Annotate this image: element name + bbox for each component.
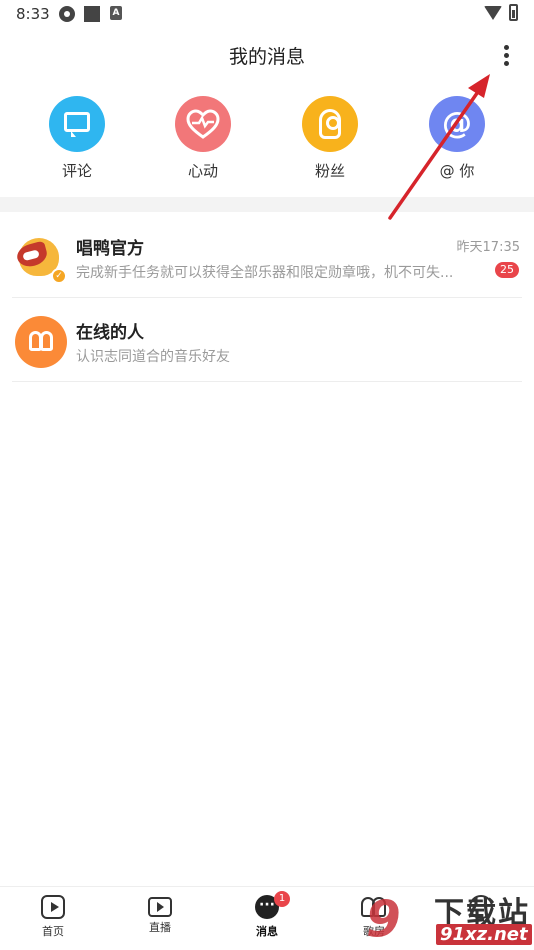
message-sender: 在线的人 <box>76 323 144 343</box>
category-comment[interactable]: 评论 <box>37 96 117 181</box>
watermark-domain: 91xz.net <box>436 924 532 945</box>
page-title: 我的消息 <box>228 46 305 68</box>
keyboard-notification-icon: A <box>110 6 122 20</box>
verified-badge-icon: ✓ <box>51 268 67 284</box>
site-watermark: 9 下载站 91xz.net <box>366 884 534 950</box>
nav-messages[interactable]: 1 消息 <box>237 891 297 939</box>
watermark-logo: 9 <box>366 890 401 948</box>
wifi-icon <box>484 6 502 20</box>
nav-unread-badge: 1 <box>274 891 290 907</box>
comment-icon <box>49 96 105 152</box>
more-dot-icon <box>503 53 509 58</box>
category-label: 评论 <box>61 162 92 180</box>
message-row-online[interactable]: 在线的人 认识志同道合的音乐好友 <box>0 298 534 382</box>
message-row-official[interactable]: ✓ 唱鸭官方 完成新手任务就可以获得全部乐器和限定勋章哦，机不可失... 昨天1… <box>0 214 534 298</box>
online-people-avatar <box>15 316 67 368</box>
app-notification-icon <box>59 6 75 22</box>
nav-live[interactable]: 直播 <box>130 895 190 935</box>
unread-badge: 25 <box>495 262 519 278</box>
category-heart[interactable]: 心动 <box>163 96 243 181</box>
duck-avatar: ✓ <box>14 232 67 284</box>
category-label: 心动 <box>187 162 218 180</box>
nav-label: 消息 <box>256 925 278 938</box>
battery-icon <box>509 4 518 21</box>
heart-icon <box>175 96 231 152</box>
section-divider <box>0 197 534 212</box>
message-sender: 唱鸭官方 <box>76 239 144 259</box>
category-label: 粉丝 <box>314 162 345 180</box>
status-time: 8:33 <box>16 5 50 23</box>
status-bar: 8:33 A <box>0 0 534 28</box>
nav-label: 直播 <box>149 921 171 934</box>
nav-home[interactable]: 首页 <box>23 895 83 939</box>
nav-label: 首页 <box>42 925 64 938</box>
people-icon <box>29 331 53 351</box>
live-icon <box>148 897 172 917</box>
row-divider <box>12 381 522 382</box>
category-at-you[interactable]: @ @ 你 <box>417 96 497 181</box>
more-options-button[interactable] <box>494 42 518 70</box>
message-time: 昨天17:35 <box>456 240 520 255</box>
at-icon: @ <box>429 96 485 152</box>
home-icon <box>41 895 65 919</box>
message-categories: 评论 心动 粉丝 @ @ 你 <box>0 96 534 186</box>
fans-icon <box>302 96 358 152</box>
message-preview: 认识志同道合的音乐好友 <box>76 349 230 365</box>
message-preview: 完成新手任务就可以获得全部乐器和限定勋章哦，机不可失... <box>76 265 454 281</box>
category-label: @ 你 <box>439 162 475 180</box>
category-fans[interactable]: 粉丝 <box>290 96 370 181</box>
header: 我的消息 <box>0 28 534 82</box>
more-dot-icon <box>503 45 509 50</box>
more-dot-icon <box>503 61 509 66</box>
square-notification-icon <box>84 6 100 22</box>
